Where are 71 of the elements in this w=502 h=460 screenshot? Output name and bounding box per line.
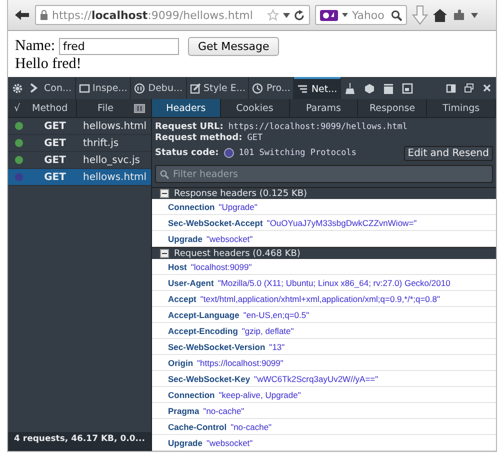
- details-tab[interactable]: Cookies: [220, 99, 290, 117]
- header-name: Accept-Encoding: [168, 326, 238, 336]
- name-label: Name:: [15, 38, 55, 55]
- details-tab[interactable]: Timings: [427, 99, 496, 117]
- method-text: GET: [43, 172, 67, 182]
- header-name: Upgrade: [168, 234, 202, 244]
- filter-placeholder: Filter headers: [173, 168, 238, 180]
- request-summary: 4 requests, 46.17 KB, 0.0...: [8, 432, 151, 451]
- header-name: Connection: [168, 390, 215, 400]
- header-value: "Upgrade": [218, 202, 258, 212]
- header-name: Connection: [168, 202, 215, 212]
- method-text: GET: [43, 138, 67, 148]
- devtools-tab[interactable]: Net...: [294, 77, 342, 99]
- header-value: "no-cache": [203, 406, 244, 416]
- edit-resend-button[interactable]: Edit and Resend: [404, 146, 493, 160]
- header-value: "websocket": [206, 438, 253, 448]
- section-header[interactable]: Request headers (0.468 KB): [152, 247, 496, 259]
- header-name: Pragma: [168, 406, 200, 416]
- field-value: GET: [247, 132, 263, 142]
- details-tab[interactable]: Params: [290, 99, 358, 117]
- header-name: Accept: [168, 294, 196, 304]
- output-text: Hello fred!: [15, 56, 82, 73]
- section-title: Response headers (0.125 KB): [174, 188, 308, 198]
- header-name: Origin: [168, 358, 194, 368]
- section-header[interactable]: Response headers (0.125 KB): [152, 187, 496, 199]
- request-row[interactable]: GET hellows.html: [8, 169, 151, 186]
- file-name: hellows.html: [82, 120, 147, 132]
- details-tab[interactable]: Response: [358, 99, 428, 117]
- request-row[interactable]: GET thrift.js: [8, 135, 151, 152]
- header-value: "gzip, deflate": [242, 326, 294, 336]
- file-column-header[interactable]: File: [77, 102, 134, 114]
- file-name: hellows.html: [82, 172, 147, 182]
- field-value: https://localhost:9099/hellows.html: [228, 122, 408, 132]
- header-name: Accept-Language: [168, 310, 240, 320]
- field-value: 101 Switching Protocols: [238, 148, 356, 158]
- header-value: "13": [269, 342, 285, 352]
- details-tab[interactable]: Headers: [152, 99, 221, 117]
- field-label: Request method:: [155, 132, 242, 142]
- file-name: hello_svc.js: [82, 154, 140, 166]
- header-name: Sec-WebSocket-Version: [168, 342, 266, 352]
- url-field[interactable]: https://localhost:9099/hellows.html: [35, 5, 310, 25]
- header-value: "https://localhost:9099": [197, 358, 284, 368]
- method-text: GET: [43, 120, 67, 132]
- header-name: Upgrade: [168, 438, 202, 448]
- section-title: Request headers (0.468 KB): [174, 248, 300, 258]
- get-message-button[interactable]: Get Message: [188, 37, 280, 56]
- header-name: Cache-Control: [168, 422, 227, 432]
- header-value: "en-US,en;q=0.5": [243, 310, 310, 320]
- search-field[interactable]: Yahoo: [315, 5, 407, 25]
- header-value: "localhost:9099": [190, 262, 252, 272]
- header-value: "OuOYuaJ7yM33sbgDwkCZZvnWiow=": [266, 218, 417, 228]
- file-name: thrift.js: [82, 138, 119, 148]
- field-label: Request URL:: [155, 122, 224, 132]
- check-column-header[interactable]: √: [8, 102, 28, 114]
- header-value: "Mozilla/5.0 (X11; Ubuntu; Linux x86_64; rv:27.0) Gecko/2010: [218, 278, 450, 288]
- url-text: https://localhost:9099/hellows.html: [52, 8, 254, 22]
- header-value: "text/html,application/xhtml+xml,application/xml;q=0.9,*/*;q=0.8": [200, 294, 440, 304]
- header-name: Sec-WebSocket-Accept: [168, 218, 263, 228]
- header-value: "no-cache": [230, 422, 272, 432]
- request-row[interactable]: GET hellows.html: [8, 118, 151, 135]
- header-name: Sec-WebSocket-Key: [168, 374, 250, 384]
- header-name: User-Agent: [168, 278, 214, 288]
- search-placeholder: Yahoo: [352, 8, 386, 22]
- method-text: GET: [43, 154, 67, 166]
- method-column-header[interactable]: Method: [28, 99, 77, 117]
- field-label: Status code:: [155, 148, 219, 158]
- name-field[interactable]: fred: [58, 38, 179, 55]
- header-value: "websocket": [206, 234, 253, 244]
- header-value: "keep-alive, Upgrade": [218, 390, 301, 400]
- header-name: Host: [168, 262, 187, 272]
- header-value: "wWC6Tk2Scrq3ayUv2W//yA==": [254, 374, 378, 384]
